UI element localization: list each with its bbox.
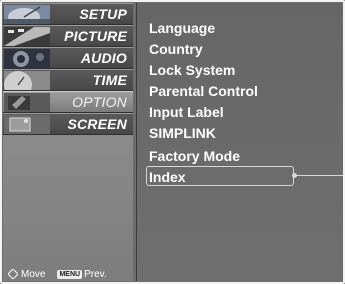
osd-menu: SETUP PICTURE AUDIO TIME OPTION SCREEN M… (0, 0, 345, 284)
osd-frame (0, 0, 345, 284)
